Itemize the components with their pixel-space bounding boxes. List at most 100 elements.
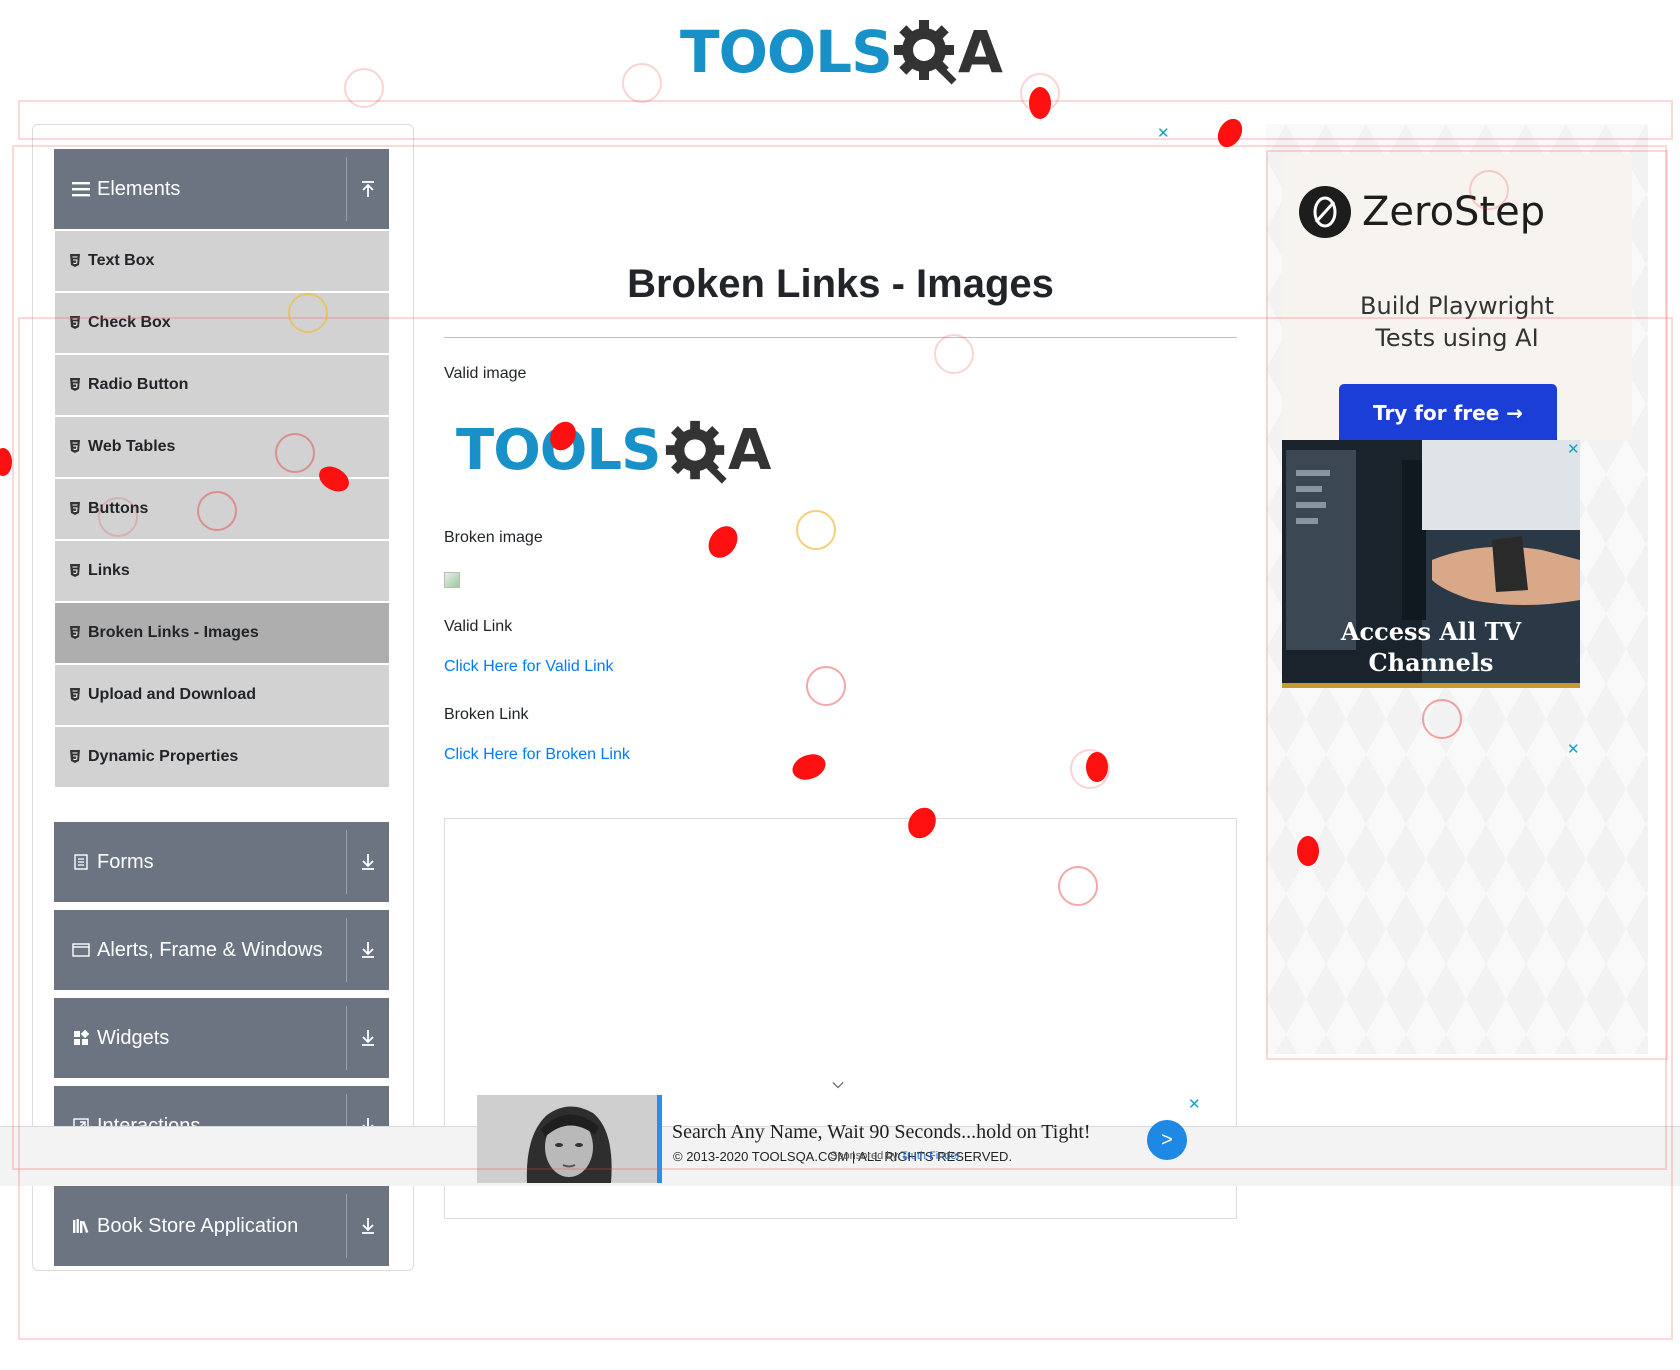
zerostep-logo-icon xyxy=(1299,186,1351,238)
overlay-blob xyxy=(0,448,12,476)
menu-item-label: Broken Links - Images xyxy=(88,624,259,641)
tv-ad-headline-line1: Access All TV Channels xyxy=(1340,617,1522,677)
menu-item-radio-button[interactable]: Radio Button xyxy=(55,355,389,417)
html5-icon xyxy=(69,626,82,640)
menu-item-text-box[interactable]: Text Box xyxy=(55,231,389,293)
html5-icon xyxy=(69,378,82,392)
menu-item-links[interactable]: Links xyxy=(55,541,389,603)
bottom-ad-headline: Search Any Name, Wait 90 Seconds...hold … xyxy=(672,1121,1091,1143)
html5-icon xyxy=(69,502,82,516)
overlay-ring xyxy=(1070,749,1110,789)
window-icon xyxy=(71,940,91,960)
logo-wordmark: TOOLS xyxy=(456,418,661,483)
try-for-free-button[interactable]: Try for free → xyxy=(1339,384,1557,442)
logo-wordmark: TOOLS xyxy=(680,18,893,86)
tv-channels-ad[interactable]: Access All TV Channels Anywhere, Anytime xyxy=(1282,440,1580,688)
expand-down-icon[interactable] xyxy=(347,822,389,902)
document-icon xyxy=(71,852,91,872)
elements-menu: Text Box Check Box Radio Button Web Tabl… xyxy=(55,231,389,789)
close-ad-icon[interactable]: ✕ xyxy=(1567,740,1580,758)
widgets-icon xyxy=(71,1028,91,1048)
menu-item-check-box[interactable]: Check Box xyxy=(55,293,389,355)
zerostep-brand: ZeroStep xyxy=(1298,184,1545,240)
menu-item-label: Dynamic Properties xyxy=(88,748,239,765)
bottom-ad-go-button[interactable]: > xyxy=(1147,1120,1187,1160)
title-divider xyxy=(444,337,1237,338)
menu-item-label: Text Box xyxy=(88,252,155,269)
overlay-ring xyxy=(806,666,846,706)
menu-item-dynamic-properties[interactable]: Dynamic Properties xyxy=(55,727,389,789)
hamburger-icon xyxy=(71,179,91,199)
sponsor-name[interactable]: Truth Finder xyxy=(901,1150,961,1162)
group-book-store-application[interactable]: Book Store Application xyxy=(54,1186,389,1266)
group-forms[interactable]: Forms xyxy=(54,822,389,902)
zerostep-ad[interactable]: ZeroStep Build Playwright Tests using AI… xyxy=(1282,154,1632,442)
valid-link[interactable]: Click Here for Valid Link xyxy=(444,658,614,676)
expand-down-icon[interactable] xyxy=(347,910,389,990)
gear-q-icon xyxy=(894,20,957,85)
gear-q-icon xyxy=(665,420,727,484)
close-ad-icon[interactable]: ✕ xyxy=(1157,124,1170,142)
group-forms-label: Forms xyxy=(97,850,154,873)
tv-ad-headline: Access All TV Channels Anywhere, Anytime xyxy=(1282,616,1580,688)
close-ad-icon[interactable]: ✕ xyxy=(1567,440,1580,458)
valid-link-label: Valid Link xyxy=(444,618,513,635)
close-ad-icon[interactable]: ✕ xyxy=(1188,1095,1201,1113)
zerostep-tagline-line2: Tests using AI xyxy=(1375,324,1539,352)
collapse-up-icon[interactable] xyxy=(347,149,389,229)
broken-image-label: Broken image xyxy=(444,529,543,546)
broken-image-icon xyxy=(444,572,460,588)
group-book-store-label: Book Store Application xyxy=(97,1214,299,1237)
group-widgets[interactable]: Widgets xyxy=(54,998,389,1078)
overlay-ring xyxy=(796,510,836,550)
html5-icon xyxy=(69,440,82,454)
logo-a: A xyxy=(958,18,1003,86)
menu-item-label: Web Tables xyxy=(88,438,176,455)
valid-image: TOOLS A xyxy=(456,414,778,490)
expand-down-icon[interactable] xyxy=(347,1186,389,1266)
site-header: TOOLS A xyxy=(0,0,1680,110)
menu-item-label: Buttons xyxy=(88,500,149,517)
menu-item-buttons[interactable]: Buttons xyxy=(55,479,389,541)
broken-link[interactable]: Click Here for Broken Link xyxy=(444,746,630,764)
html5-icon xyxy=(69,564,82,578)
broken-link-label: Broken Link xyxy=(444,706,529,723)
sponsor-prefix: Sponsored by xyxy=(830,1150,898,1162)
zerostep-brand-name: ZeroStep xyxy=(1362,189,1546,235)
group-elements-label: Elements xyxy=(97,177,181,200)
menu-item-label: Links xyxy=(88,562,130,579)
chevron-down-icon[interactable] xyxy=(832,1080,844,1090)
bottom-banner-ad[interactable]: Search Any Name, Wait 90 Seconds...hold … xyxy=(477,1095,1191,1183)
left-sidebar: Elements Text Box Check Box Radio Button… xyxy=(32,124,414,1271)
right-ad-panel: ZeroStep Build Playwright Tests using AI… xyxy=(1266,124,1648,1054)
html5-icon xyxy=(69,750,82,764)
group-alerts-label: Alerts, Frame & Windows xyxy=(97,938,323,961)
valid-image-label: Valid image xyxy=(444,365,527,382)
group-widgets-label: Widgets xyxy=(97,1026,170,1049)
logo-a: A xyxy=(728,418,772,483)
expand-down-icon[interactable] xyxy=(347,998,389,1078)
menu-item-label: Radio Button xyxy=(88,376,189,393)
group-alerts-frame-windows[interactable]: Alerts, Frame & Windows xyxy=(54,910,389,990)
overlay-blob xyxy=(788,749,830,785)
zerostep-tagline-line1: Build Playwright xyxy=(1360,292,1554,320)
toolsqa-logo[interactable]: TOOLS A xyxy=(680,14,1006,90)
menu-item-broken-links-images[interactable]: Broken Links - Images xyxy=(55,603,389,665)
overlay-blob xyxy=(1086,752,1108,782)
bottom-ad-portrait xyxy=(477,1095,660,1183)
menu-item-upload-and-download[interactable]: Upload and Download xyxy=(55,665,389,727)
html5-icon xyxy=(69,688,82,702)
bottom-ad-accent xyxy=(657,1095,662,1183)
page-title: Broken Links - Images xyxy=(627,262,1054,306)
menu-item-web-tables[interactable]: Web Tables xyxy=(55,417,389,479)
tv-ad-accent-bar xyxy=(1282,683,1580,688)
zerostep-tagline: Build Playwright Tests using AI xyxy=(1282,290,1632,354)
overlay-blob xyxy=(702,520,744,564)
books-icon xyxy=(71,1216,91,1236)
bottom-ad-sponsor: Sponsored by Truth Finder xyxy=(830,1150,960,1162)
html5-icon xyxy=(69,254,82,268)
html5-icon xyxy=(69,316,82,330)
menu-item-label: Upload and Download xyxy=(88,686,256,703)
group-elements[interactable]: Elements xyxy=(54,149,389,229)
overlay-blob xyxy=(1212,114,1248,152)
